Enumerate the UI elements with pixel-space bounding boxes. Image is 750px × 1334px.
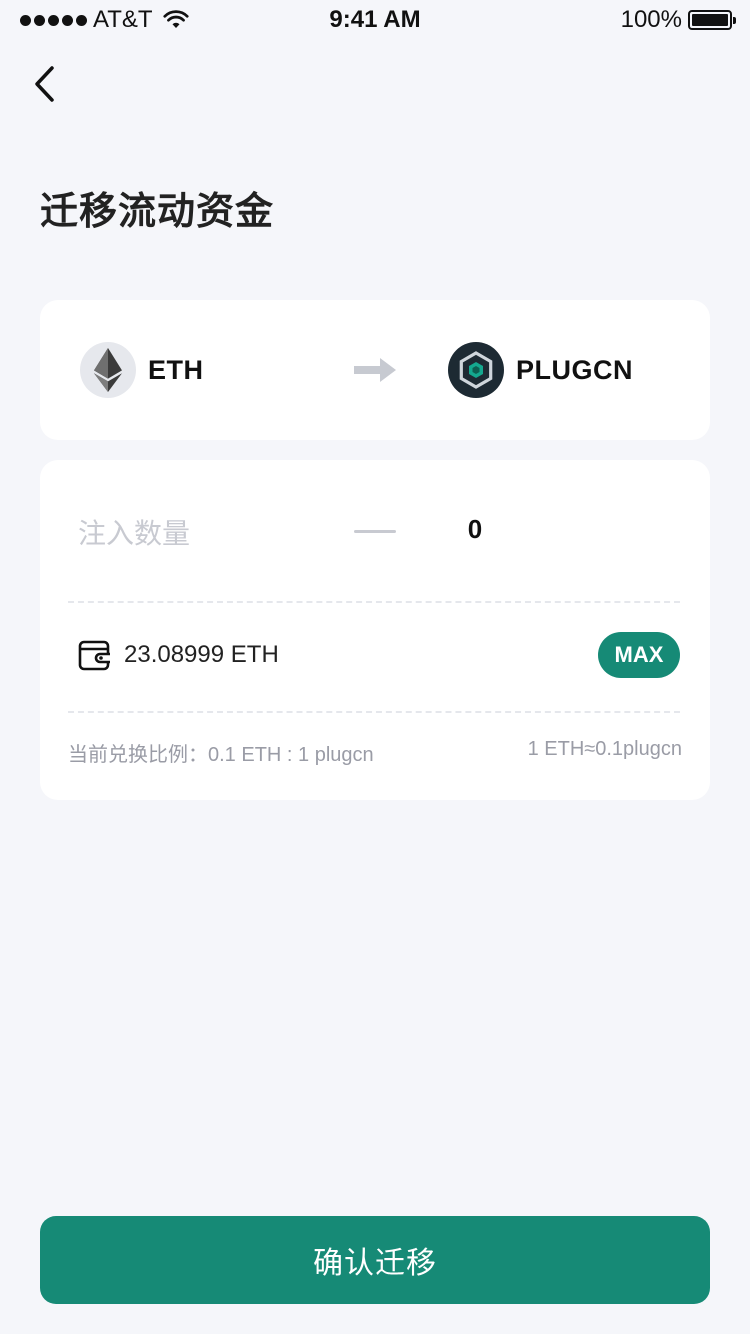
dash-icon	[354, 530, 396, 533]
battery-level-fill	[692, 14, 728, 26]
back-button[interactable]	[24, 62, 64, 106]
arrow-right-icon	[354, 358, 396, 382]
status-right: 100%	[620, 6, 736, 34]
balance-row: 23.08999 ETH	[78, 636, 279, 674]
divider	[68, 711, 680, 713]
wallet-icon	[78, 640, 110, 671]
token-pair-card: ETH PLUGCN	[40, 300, 710, 440]
migrate-liquidity-screen: AT&T 9:41 AM 100% 迁移流动资金 ETH PLUGCN 注入数量…	[0, 0, 750, 1334]
max-button[interactable]: MAX	[598, 632, 680, 678]
battery-icon	[688, 10, 736, 30]
from-token-name: ETH	[148, 354, 204, 385]
exchange-rate-label: 当前兑换比例：0.1 ETH : 1 plugcn	[68, 744, 374, 766]
amount-label: 注入数量	[78, 518, 191, 549]
page-title: 迁移流动资金	[40, 191, 275, 233]
battery-percentage: 100%	[620, 6, 682, 33]
divider	[68, 601, 680, 603]
confirm-migration-button[interactable]: 确认迁移	[40, 1216, 710, 1304]
to-token[interactable]: PLUGCN	[448, 342, 633, 398]
plugcn-icon	[448, 342, 504, 398]
status-bar: AT&T 9:41 AM 100%	[0, 0, 750, 40]
amount-card: 注入数量 0 23.08999 ETH MAX 当前兑换比例：0.1 ETH :…	[40, 460, 710, 800]
ethereum-icon	[80, 342, 136, 398]
balance-amount: 23.08999 ETH	[124, 641, 279, 668]
to-token-name: PLUGCN	[516, 354, 633, 385]
exchange-rate-estimate: 1 ETH≈0.1plugcn	[527, 738, 682, 760]
from-token[interactable]: ETH	[80, 342, 204, 398]
chevron-left-icon	[35, 66, 54, 102]
amount-input[interactable]: 0	[450, 514, 500, 545]
